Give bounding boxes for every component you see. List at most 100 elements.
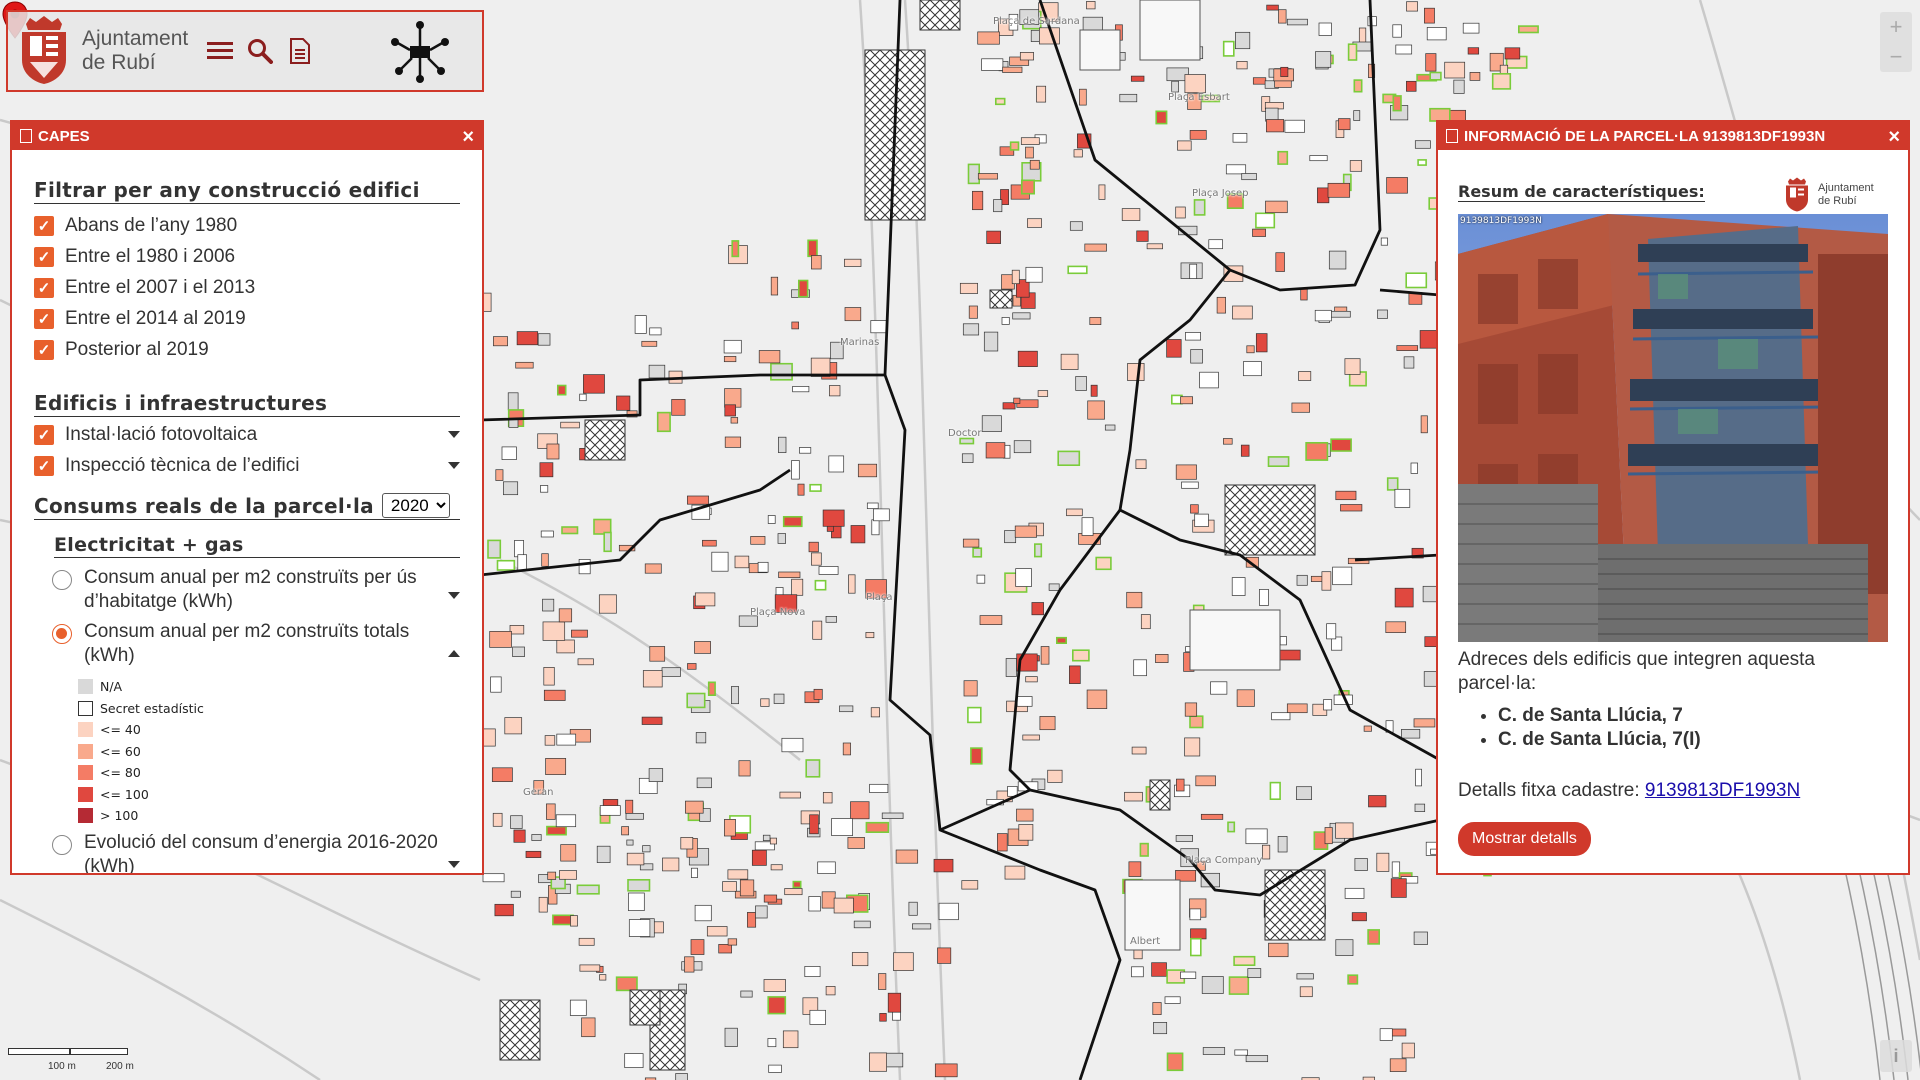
map-building (1194, 513, 1209, 527)
chevron-down-icon[interactable] (448, 592, 460, 599)
map-building (695, 732, 707, 744)
map-building (516, 331, 539, 346)
infra-row[interactable]: ✓ Inspecció tècnica de l’edifici (34, 450, 482, 481)
map-building (976, 574, 986, 584)
map-building (967, 163, 980, 185)
checkbox[interactable]: ✓ (34, 308, 54, 329)
map-building (1286, 703, 1308, 714)
map-building (825, 616, 837, 623)
map-building (1031, 602, 1044, 616)
consumption-option[interactable]: Evolució del consum d’energia 2016-2020 … (52, 831, 482, 873)
map-label: Geran (523, 787, 554, 798)
map-building (1390, 878, 1407, 898)
zoom-in-button[interactable]: + (1880, 12, 1912, 42)
map-building (767, 996, 787, 1015)
checkbox[interactable]: ✓ (34, 455, 54, 476)
map-building (1177, 140, 1192, 151)
checkbox[interactable]: ✓ (34, 277, 54, 298)
map-building (1202, 1047, 1226, 1055)
map-building (1335, 822, 1354, 839)
legend-label: <= 80 (100, 765, 141, 781)
zoom-out-button[interactable]: − (1880, 42, 1912, 72)
radio-button[interactable] (52, 834, 72, 855)
map-building (895, 849, 919, 864)
consumption-option[interactable]: Consum anual per m2 construïts totals (k… (52, 620, 482, 668)
search-icon[interactable] (246, 37, 274, 65)
filter-row[interactable]: ✓ Entre el 2014 al 2019 (34, 303, 482, 334)
addresses-intro: Adreces dels edificis que integren aques… (1458, 649, 1816, 694)
map-building (517, 554, 527, 571)
filter-row[interactable]: ✓ Posterior al 2019 (34, 334, 482, 365)
map-building (596, 845, 611, 863)
map-building (634, 315, 647, 334)
checkbox[interactable]: ✓ (34, 215, 54, 236)
info-panel-header: INFORMACIÓ DE LA PARCEL·LA 9139813DF1993… (1438, 122, 1908, 150)
map-building (648, 364, 666, 379)
filter-row[interactable]: ✓ Entre el 1980 i 2006 (34, 241, 482, 272)
infra-row[interactable]: ✓ Instal·lació fotovoltaica (34, 419, 482, 450)
map-building (1252, 77, 1267, 85)
map-building (578, 937, 595, 946)
map-building (981, 58, 1004, 71)
address-item: C. de Santa Llúcia, 7 (1498, 704, 1888, 728)
map-building (1305, 441, 1329, 461)
checkbox[interactable]: ✓ (34, 424, 54, 445)
map-building (755, 905, 768, 919)
map-building (1414, 803, 1426, 812)
info-button[interactable]: i (1880, 1040, 1912, 1072)
legend-swatch (78, 722, 93, 738)
layers-panel-header: CAPES × (12, 122, 482, 150)
map-building (770, 276, 779, 296)
map-building (1180, 396, 1193, 405)
year-select[interactable]: 2020 (381, 493, 450, 518)
map-building (1236, 61, 1248, 70)
map-building (727, 869, 749, 880)
document-icon[interactable] (286, 37, 314, 65)
map-label: Plaça Josep (1192, 188, 1249, 199)
map-building (1081, 517, 1094, 536)
map-building (1190, 928, 1207, 940)
map-secret-area (1224, 484, 1316, 556)
network-icon[interactable] (388, 20, 452, 84)
map-building (778, 571, 801, 578)
legend-swatch (78, 700, 93, 716)
radio-button[interactable] (52, 570, 72, 590)
chevron-down-icon[interactable] (448, 462, 460, 469)
map-building (769, 837, 777, 845)
chevron-down-icon[interactable] (448, 860, 460, 868)
chevron-up-icon[interactable] (448, 650, 460, 657)
org-name-line2: de Rubí (82, 51, 156, 74)
org-logo-text: Ajuntament de Rubí (1818, 182, 1874, 208)
show-details-button[interactable]: Mostrar detalls (1458, 822, 1591, 856)
checkbox[interactable]: ✓ (34, 246, 54, 267)
filter-row[interactable]: ✓ Abans de l’any 1980 (34, 210, 482, 241)
legend-swatch (78, 743, 93, 759)
consumption-option[interactable]: Consum anual per m2 construïts per ús d’… (52, 566, 482, 614)
menu-icon[interactable] (206, 37, 234, 65)
map-building (792, 880, 802, 889)
checkbox[interactable]: ✓ (34, 339, 54, 360)
close-icon[interactable]: × (1888, 126, 1900, 149)
map-building (1347, 974, 1359, 985)
map-building (696, 777, 712, 789)
cadastre-link[interactable]: 9139813DF1993N (1645, 780, 1800, 801)
map-building (851, 952, 869, 967)
map-building (525, 850, 542, 858)
filter-label: Entre el 2007 i el 2013 (65, 276, 256, 298)
filter-row[interactable]: ✓ Entre el 2007 i el 2013 (34, 272, 482, 303)
map-building (967, 706, 982, 724)
map-building (781, 737, 804, 753)
close-icon[interactable]: × (462, 126, 474, 149)
map-building (1259, 589, 1269, 606)
map-building (1386, 477, 1399, 491)
map-building (579, 393, 587, 402)
radio-button[interactable] (52, 624, 72, 644)
map-building (495, 469, 504, 481)
chevron-down-icon[interactable] (448, 431, 460, 438)
map-district-line (1008, 509, 1122, 791)
map-building (1252, 228, 1266, 237)
map-building (685, 800, 704, 814)
map-building (1299, 986, 1313, 998)
map-building (767, 1038, 777, 1048)
map-building (1001, 317, 1010, 325)
